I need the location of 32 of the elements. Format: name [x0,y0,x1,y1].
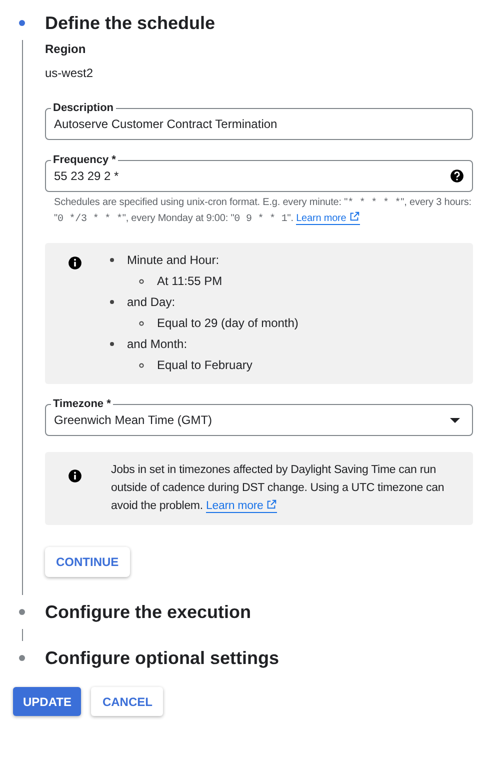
summary-item: and Month: [127,337,188,351]
info-icon [68,469,82,483]
bullet-icon [110,342,114,346]
summary-detail: Equal to 29 (day of month) [157,316,298,330]
region-label: Region [45,41,87,58]
continue-button[interactable]: CONTINUE [45,547,130,577]
summary-item: Minute and Hour: [127,253,220,267]
hint-text: Schedules are specified using unix-cron format. E.g. every minute: "* * * * *", every 3 hours: "0 */3 * * *", every Monday at 9:00: "0 9 * * 1". Learn more [53,196,472,227]
summary-detail: Equal to February [157,358,252,372]
info-icon [68,256,82,270]
learn-more-link[interactable]: Learn more [296,213,360,225]
external-link-icon [266,499,278,510]
external-link-icon [349,211,360,222]
summary-detail: At 11:55 PM [157,274,222,288]
dropdown-caret-icon [450,418,460,422]
step-title[interactable]: Configure optional settings [45,644,279,672]
field-label: Frequency * [51,153,118,167]
dst-notice-text: Jobs in set in timezones affected by Daylight Saving Time can run outside of cadence during DST change. Using a UTC timezone can avoid the problem. Learn more [111,463,446,515]
bullet-icon [110,258,114,262]
step-title[interactable]: Define the schedule [45,10,216,36]
update-button[interactable]: UPDATE [13,687,82,716]
bullet-icon [139,278,144,284]
field-label: Description [51,101,116,115]
step-title[interactable]: Configure the execution [45,598,252,626]
help-icon[interactable] [450,169,464,183]
region-value: us-west2 [45,65,94,82]
bullet-icon [139,320,144,326]
bullet-icon [139,362,144,368]
summary-item: and Day: [127,295,176,309]
cancel-button[interactable]: CANCEL [91,687,164,716]
bullet-icon [110,300,114,304]
learn-more-link[interactable]: Learn more [206,500,278,513]
